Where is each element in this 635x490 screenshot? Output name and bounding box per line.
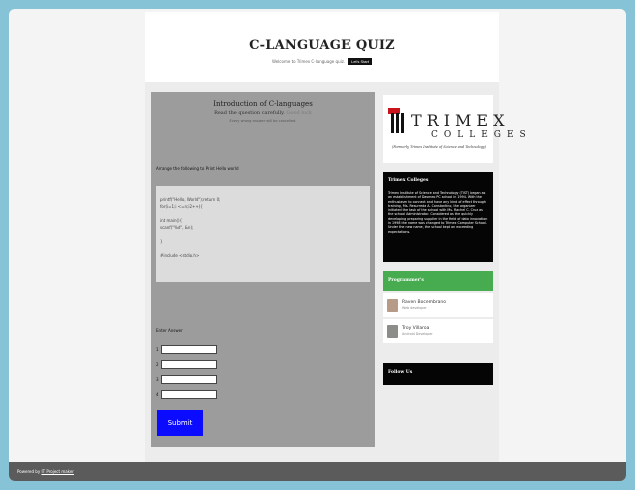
code-line: }: [160, 239, 163, 244]
college-logo: TRIMEX COLLEGES (Formerly Trimex Institu…: [383, 95, 526, 163]
code-line: for(i=1;i <=n;i2++){: [160, 204, 203, 209]
code-line: scanf("%d", &n);: [160, 225, 194, 230]
answer-input-4[interactable]: [160, 390, 217, 399]
logo-tagline: (Formerly Trimex Institute of Science an…: [392, 145, 487, 149]
about-card: Trimex Colleges Trimex Institute of Scie…: [383, 172, 493, 262]
footer-link[interactable]: IT Project maker: [41, 469, 73, 474]
answer-row-4: 4: [156, 390, 217, 399]
follow-us-card: Follow Us: [383, 363, 493, 385]
code-line: #include <stdio.h>: [160, 253, 200, 258]
welcome-row: Welcome to Trimex C-language quiz. Let's…: [145, 58, 499, 65]
instruction-text: Read the question carefully.: [214, 110, 285, 116]
browser-page: C-LANGUAGE QUIZ Welcome to Trimex C-lang…: [9, 9, 626, 481]
good-luck-link[interactable]: Good luck: [286, 110, 311, 116]
code-line: int main(){: [160, 218, 183, 223]
answer-row-2: 2: [156, 360, 217, 369]
programmer-card[interactable]: Raven Bocembrano Web developer: [383, 293, 493, 317]
answer-number: 2: [156, 362, 159, 367]
start-button[interactable]: Let's Start: [348, 58, 372, 65]
site-header: C-LANGUAGE QUIZ Welcome to Trimex C-lang…: [145, 12, 499, 82]
answer-number: 3: [156, 377, 159, 382]
logo-title: TRIMEX: [411, 111, 510, 130]
answer-number: 1: [156, 347, 159, 352]
avatar: [387, 298, 398, 312]
programmer-name: Raven Bocembrano: [402, 300, 447, 305]
answer-label: Enter Answer: [156, 328, 183, 333]
logo-mark-icon: [391, 111, 405, 133]
answer-row-3: 3: [156, 375, 217, 384]
programmers-header: Programmer's: [383, 271, 493, 291]
avatar: [387, 324, 398, 338]
answer-input-2[interactable]: [160, 360, 217, 369]
question-label: Arrange the following to Print Hello wor…: [156, 166, 239, 171]
answer-number: 4: [156, 392, 159, 397]
programmer-info: Raven Bocembrano Web developer: [402, 300, 446, 310]
programmer-role: Web developer: [402, 306, 427, 310]
answer-row-1: 1: [156, 345, 217, 354]
answer-input-1[interactable]: [160, 345, 217, 354]
programmer-name: Troy Villaroa: [402, 326, 430, 331]
quiz-title: Introduction of C-languages: [213, 100, 313, 108]
logo-subtitle: COLLEGES: [431, 130, 532, 140]
page-container: C-LANGUAGE QUIZ Welcome to Trimex C-lang…: [145, 12, 526, 462]
site-title: C-LANGUAGE QUIZ: [249, 38, 395, 53]
quiz-instruction: Read the question carefully. Good luck: [151, 110, 375, 116]
programmer-info: Troy Villaroa Android Developer: [402, 326, 433, 336]
about-title: Trimex Colleges: [388, 178, 429, 183]
answer-input-3[interactable]: [160, 375, 217, 384]
site-footer: Powered by IT Project maker: [9, 462, 626, 481]
programmer-role: Android Developer: [402, 332, 433, 336]
submit-button[interactable]: Submit: [157, 410, 203, 436]
welcome-text: Welcome to Trimex C-language quiz.: [272, 59, 346, 64]
code-box: printf("Hello, World");return 0; for(i=1…: [156, 186, 370, 282]
quiz-note: Every wrong answer will be cancelled.: [229, 119, 297, 123]
code-line: printf("Hello, World");return 0;: [160, 197, 221, 202]
quiz-panel: Introduction of C-languages Read the que…: [151, 92, 375, 447]
about-text: Trimex Institute of Science and Technolo…: [388, 191, 488, 234]
programmer-card[interactable]: Troy Villaroa Android Developer: [383, 319, 493, 343]
footer-prefix: Powered by: [17, 469, 41, 474]
